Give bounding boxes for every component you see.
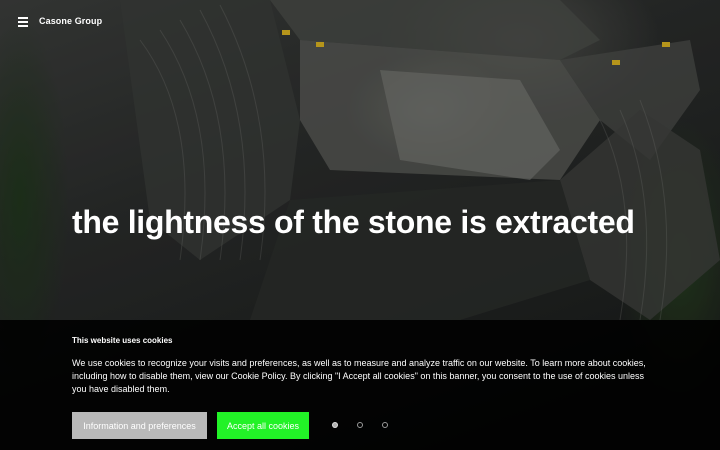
slide-dot-1[interactable]	[332, 422, 338, 428]
accept-all-cookies-button[interactable]: Accept all cookies	[217, 412, 309, 439]
cookie-banner-text: We use cookies to recognize your visits …	[72, 358, 646, 394]
hero-section: Casone Group the lightness of the stone …	[0, 0, 720, 450]
slide-pagination	[330, 422, 400, 432]
hamburger-menu-icon[interactable]	[18, 17, 28, 27]
brand-logo-text[interactable]: Casone Group	[39, 16, 102, 26]
slide-dot-2[interactable]	[357, 422, 363, 428]
top-navigation: Casone Group	[0, 0, 720, 44]
slide-dot-3[interactable]	[382, 422, 388, 428]
hero-headline: the lightness of the stone is extracted	[72, 204, 635, 240]
information-preferences-button[interactable]: Information and preferences	[72, 412, 207, 439]
cookie-banner-title: This website uses cookies	[72, 336, 173, 345]
